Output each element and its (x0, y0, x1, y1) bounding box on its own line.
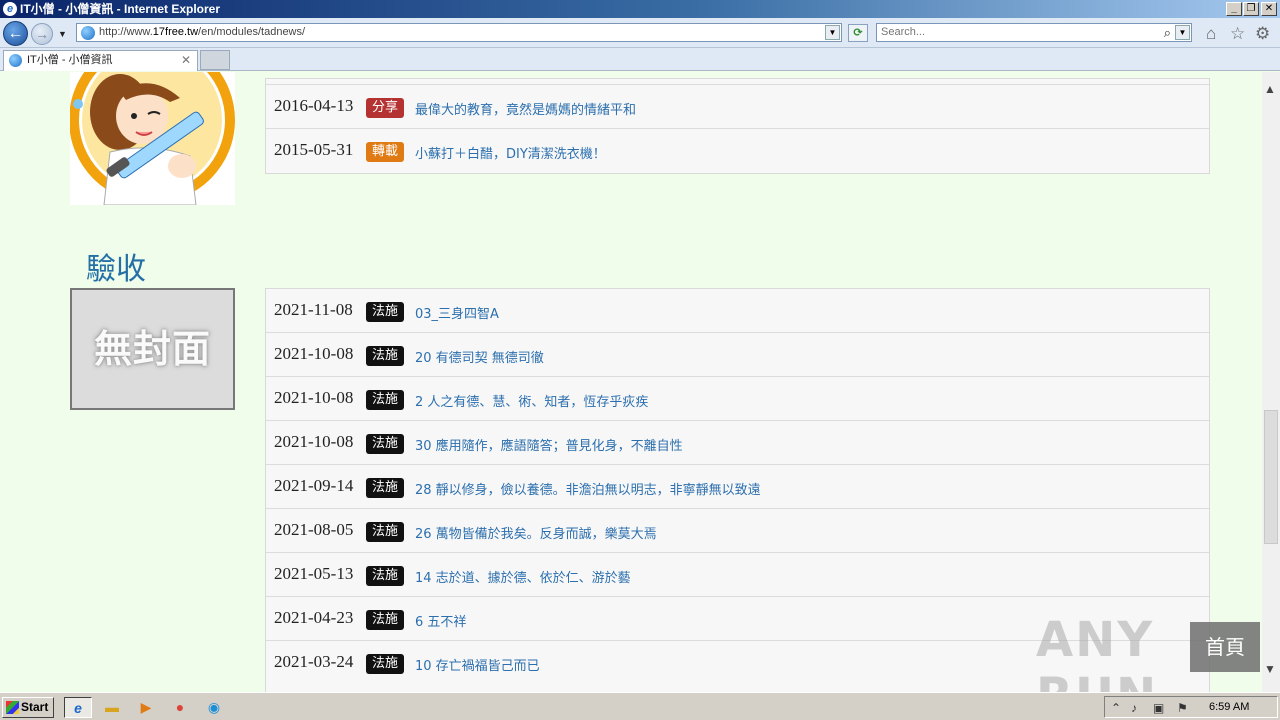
close-window-button[interactable]: ✕ (1261, 2, 1277, 16)
news-item[interactable]: 2021-11-08 法施 03_三身四智A (266, 289, 1209, 333)
category-badge[interactable]: 法施 (366, 434, 405, 454)
section-title[interactable]: 驗收 (86, 244, 146, 288)
window-title: IT小僧 - 小僧資訊 - Internet Explorer (20, 2, 221, 16)
news-title-link[interactable]: 10 存亡禍福皆己而已 (415, 655, 540, 674)
news-date: 2021-03-24 (274, 652, 354, 671)
news-date: 2016-04-13 (274, 96, 354, 115)
taskbar-ie-icon[interactable]: e (64, 697, 92, 718)
news-title-link[interactable]: 28 靜以修身，儉以養德。非澹泊無以明志，非寧靜無以致遠 (415, 479, 761, 498)
page-viewport: 2016-04-13 分享 最偉大的教育，竟然是媽媽的情緒平和 2015-05-… (0, 72, 1262, 692)
news-date: 2015-05-31 (274, 140, 354, 159)
news-date: 2021-08-05 (274, 520, 354, 539)
home-icon[interactable]: ⌂ (1206, 25, 1216, 42)
news-item[interactable]: 2021-05-13 法施 14 志於道、據於德、依於仁、游於藝 (266, 553, 1209, 597)
system-tray: ⌃ ♪ ▣ ⚑ 6:59 AM (1104, 696, 1278, 718)
news-date: 2021-10-08 (274, 432, 354, 451)
windows-logo-icon (6, 701, 19, 714)
nurse-thumbnail-image[interactable] (70, 72, 235, 205)
search-icon[interactable]: ⌕ (1164, 25, 1171, 41)
news-date: 2021-05-13 (274, 564, 354, 583)
news-date: 2021-04-23 (274, 608, 354, 627)
start-label: Start (21, 700, 49, 714)
no-cover-image[interactable]: 無封面 (70, 288, 235, 410)
address-dropdown-icon[interactable]: ▼ (825, 25, 840, 40)
category-badge[interactable]: 法施 (366, 390, 405, 410)
category-badge[interactable]: 法施 (366, 346, 405, 366)
address-bar[interactable]: http://www.17free.tw/en/modules/tadnews/… (76, 23, 842, 42)
taskbar: Start e ▬ ▶ ● ◉ ⌃ ♪ ▣ ⚑ 6:59 AM (0, 692, 1280, 720)
network-icon[interactable]: ▣ (1153, 701, 1164, 715)
news-title-link[interactable]: 2 人之有德、慧、術、知者，恆存乎疢疾 (415, 391, 648, 410)
history-dropdown-icon[interactable]: ▼ (58, 29, 67, 39)
news-title-link[interactable]: 14 志於道、據於德、依於仁、游於藝 (415, 567, 631, 586)
news-title-link[interactable]: 30 應用隨作，應語隨答；普見化身，不離自性 (415, 435, 683, 454)
taskbar-media-player-icon[interactable]: ▶ (132, 697, 160, 718)
refresh-button[interactable]: ⟳ (848, 24, 868, 42)
news-item[interactable]: 2021-08-05 法施 26 萬物皆備於我矣。反身而誠，樂莫大焉 (266, 509, 1209, 553)
start-button[interactable]: Start (2, 697, 54, 718)
clock[interactable]: 6:59 AM (1209, 701, 1249, 713)
search-dropdown-icon[interactable]: ▼ (1175, 25, 1190, 40)
news-title-link[interactable]: 03_三身四智A (415, 303, 499, 322)
news-date: 2021-10-08 (274, 344, 354, 363)
tab-active[interactable]: IT小僧 - 小僧資訊 ✕ (3, 50, 198, 71)
window-titlebar: e IT小僧 - 小僧資訊 - Internet Explorer _ ❐ ✕ (0, 0, 1280, 18)
tab-favicon-icon (9, 54, 22, 67)
news-date: 2021-11-08 (274, 300, 353, 319)
scroll-up-icon[interactable]: ▲ (1264, 82, 1276, 96)
news-title-link[interactable]: 6 五不祥 (415, 611, 466, 630)
news-item[interactable]: 2015-05-31 轉載 小蘇打＋白醋，DIY清潔洗衣機！ (266, 129, 1209, 173)
taskbar-explorer-icon[interactable]: ▬ (98, 697, 126, 718)
search-input[interactable] (881, 26, 1151, 38)
back-button[interactable]: ← (3, 21, 28, 46)
scrollbar-thumb[interactable] (1264, 410, 1278, 544)
vertical-scrollbar[interactable]: ▲ ▼ (1262, 72, 1280, 692)
tray-expand-icon[interactable]: ⌃ (1111, 701, 1121, 715)
category-badge[interactable]: 法施 (366, 522, 405, 542)
news-list-top: 2016-04-13 分享 最偉大的教育，竟然是媽媽的情緒平和 2015-05-… (265, 78, 1210, 174)
category-badge[interactable]: 法施 (366, 302, 405, 322)
favorites-icon[interactable]: ☆ (1230, 25, 1245, 42)
category-badge[interactable]: 法施 (366, 478, 405, 498)
news-item[interactable]: 2021-10-08 法施 20 有德司契 無德司徹 (266, 333, 1209, 377)
news-item[interactable]: 2021-10-08 法施 30 應用隨作，應語隨答；普見化身，不離自性 (266, 421, 1209, 465)
category-badge[interactable]: 法施 (366, 654, 405, 674)
action-center-flag-icon[interactable]: ⚑ (1177, 701, 1188, 715)
ie-logo-icon: e (3, 2, 17, 16)
category-badge[interactable]: 分享 (366, 98, 405, 118)
category-badge[interactable]: 轉載 (366, 142, 405, 162)
news-item[interactable]: 2021-10-08 法施 2 人之有德、慧、術、知者，恆存乎疢疾 (266, 377, 1209, 421)
no-cover-label: 無封面 (93, 327, 211, 371)
tab-title: IT小僧 - 小僧資訊 (27, 54, 113, 66)
search-box[interactable]: ⌕ ▼ (876, 23, 1192, 42)
volume-icon[interactable]: ♪ (1131, 701, 1137, 715)
maximize-button[interactable]: ❐ (1243, 2, 1259, 16)
site-globe-icon (81, 26, 95, 40)
tab-bar: IT小僧 - 小僧資訊 ✕ (0, 48, 1280, 71)
new-tab-button[interactable] (200, 50, 230, 70)
news-title-link[interactable]: 小蘇打＋白醋，DIY清潔洗衣機！ (415, 143, 606, 162)
address-url[interactable]: http://www.17free.tw/en/modules/tadnews/ (99, 26, 305, 38)
news-date: 2021-09-14 (274, 476, 354, 495)
forward-button[interactable]: → (31, 23, 53, 45)
news-item[interactable]: 2016-04-13 分享 最偉大的教育，竟然是媽媽的情緒平和 (266, 85, 1209, 129)
category-badge[interactable]: 法施 (366, 566, 405, 586)
news-item[interactable]: 2021-09-14 法施 28 靜以修身，儉以養德。非澹泊無以明志，非寧靜無以… (266, 465, 1209, 509)
news-date: 2021-10-08 (274, 388, 354, 407)
news-title-link[interactable]: 最偉大的教育，竟然是媽媽的情緒平和 (415, 99, 636, 118)
tab-close-icon[interactable]: ✕ (181, 51, 191, 70)
home-float-button[interactable]: 首頁 (1190, 622, 1260, 672)
minimize-button[interactable]: _ (1226, 2, 1242, 16)
news-title-link[interactable]: 26 萬物皆備於我矣。反身而誠，樂莫大焉 (415, 523, 657, 542)
taskbar-chrome-icon[interactable]: ● (166, 697, 194, 718)
category-badge[interactable]: 法施 (366, 610, 405, 630)
taskbar-edge-icon[interactable]: ◉ (200, 697, 228, 718)
news-title-link[interactable]: 20 有德司契 無德司徹 (415, 347, 544, 366)
gear-icon[interactable]: ⚙ (1255, 25, 1270, 42)
navigation-bar: ← → ▼ http://www.17free.tw/en/modules/ta… (0, 18, 1280, 48)
